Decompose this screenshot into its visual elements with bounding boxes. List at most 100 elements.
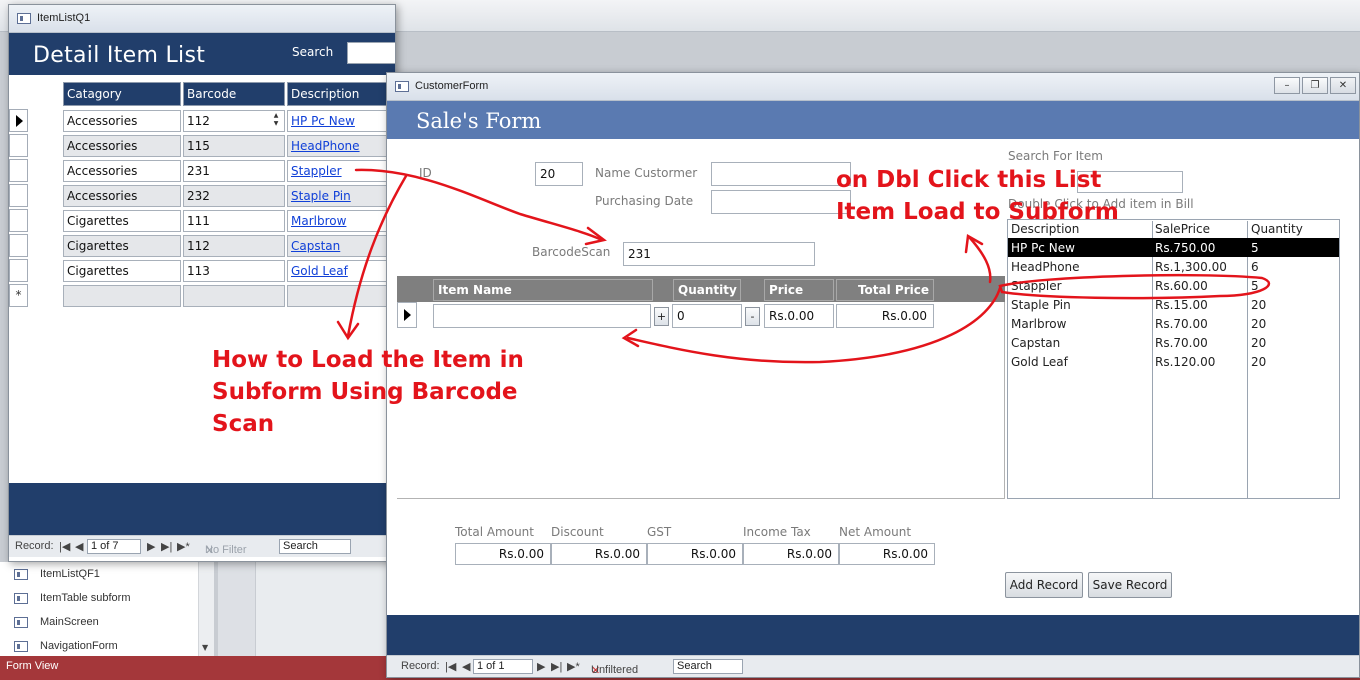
- list-item-price[interactable]: Rs.1,300.00: [1155, 258, 1227, 277]
- income-tax-field[interactable]: Rs.0.00: [743, 543, 839, 565]
- list-item-quantity[interactable]: 5: [1251, 239, 1259, 258]
- list-item-price[interactable]: Rs.70.00: [1155, 334, 1208, 353]
- decrease-quantity-button[interactable]: -: [745, 307, 760, 326]
- barcode-cell[interactable]: 232: [183, 185, 285, 207]
- id-field[interactable]: 20: [535, 162, 583, 186]
- record-selector[interactable]: [9, 234, 28, 257]
- list-item-description[interactable]: HP Pc New: [1011, 239, 1075, 258]
- category-cell[interactable]: Accessories: [63, 185, 181, 207]
- list-item-description[interactable]: HeadPhone: [1011, 258, 1080, 277]
- minimize-button[interactable]: –: [1274, 77, 1300, 94]
- previous-record-icon[interactable]: ◀: [75, 540, 83, 553]
- net-amount-field[interactable]: Rs.0.00: [839, 543, 935, 565]
- nav-item-itemtable-subform[interactable]: ItemTable subform: [14, 588, 130, 608]
- column-header-barcode[interactable]: Barcode: [183, 82, 285, 106]
- new-category-cell[interactable]: [63, 285, 181, 307]
- total-amount-field[interactable]: Rs.0.00: [455, 543, 551, 565]
- nav-item-itemlistqf1[interactable]: ItemListQF1: [14, 564, 100, 584]
- description-link[interactable]: Marlbrow: [287, 210, 395, 232]
- column-header-price[interactable]: Price: [764, 279, 834, 301]
- barcode-cell[interactable]: 115: [183, 135, 285, 157]
- description-link[interactable]: Capstan: [287, 235, 395, 257]
- next-record-icon[interactable]: ▶: [537, 660, 545, 673]
- barcode-cell[interactable]: 111: [183, 210, 285, 232]
- category-cell[interactable]: Cigarettes: [63, 235, 181, 257]
- new-record-icon[interactable]: ▶*: [177, 540, 190, 553]
- list-item-price[interactable]: Rs.15.00: [1155, 296, 1208, 315]
- chevron-down-icon[interactable]: ▼: [202, 643, 208, 652]
- list-item-price[interactable]: Rs.750.00: [1155, 239, 1215, 258]
- quantity-field[interactable]: 0: [672, 304, 742, 328]
- record-position-input[interactable]: 1 of 1: [473, 659, 533, 674]
- last-record-icon[interactable]: ▶|: [161, 540, 172, 553]
- window-titlebar[interactable]: CustomerForm – ❐ ✕: [387, 73, 1359, 101]
- column-header-quantity[interactable]: Quantity: [673, 279, 741, 301]
- category-cell[interactable]: Cigarettes: [63, 260, 181, 282]
- list-item-price[interactable]: Rs.60.00: [1155, 277, 1208, 296]
- nav-item-mainscreen[interactable]: MainScreen: [14, 612, 99, 632]
- discount-field[interactable]: Rs.0.00: [551, 543, 647, 565]
- list-item-price[interactable]: Rs.70.00: [1155, 315, 1208, 334]
- list-item-quantity[interactable]: 5: [1251, 277, 1259, 296]
- search-input[interactable]: [347, 42, 395, 64]
- new-description-cell[interactable]: [287, 285, 395, 307]
- description-link[interactable]: Stappler: [287, 160, 395, 182]
- list-item-description[interactable]: Gold Leaf: [1011, 353, 1068, 372]
- record-selector[interactable]: [9, 184, 28, 207]
- list-item-price[interactable]: Rs.120.00: [1155, 353, 1215, 372]
- record-selector[interactable]: [9, 209, 28, 232]
- total-price-field[interactable]: Rs.0.00: [836, 304, 934, 328]
- list-item-quantity[interactable]: 20: [1251, 315, 1266, 334]
- description-link[interactable]: Gold Leaf: [287, 260, 395, 282]
- list-item-description[interactable]: Staple Pin: [1011, 296, 1071, 315]
- new-barcode-cell[interactable]: [183, 285, 285, 307]
- record-selector[interactable]: [9, 159, 28, 182]
- nav-item-navigationform[interactable]: NavigationForm: [14, 636, 118, 656]
- category-cell[interactable]: Accessories: [63, 135, 181, 157]
- list-item-description[interactable]: Stappler: [1011, 277, 1062, 296]
- list-item-quantity[interactable]: 6: [1251, 258, 1259, 277]
- new-record-icon[interactable]: ▶*: [567, 660, 580, 673]
- restore-button[interactable]: ❐: [1302, 77, 1328, 94]
- list-item-description[interactable]: Marlbrow: [1011, 315, 1066, 334]
- spinner-icon[interactable]: ▲ ▼: [271, 112, 281, 130]
- record-selector[interactable]: [9, 259, 28, 282]
- first-record-icon[interactable]: |◀: [59, 540, 70, 553]
- increase-quantity-button[interactable]: +: [654, 307, 669, 326]
- price-field[interactable]: Rs.0.00: [764, 304, 834, 328]
- item-name-field[interactable]: [433, 304, 651, 328]
- column-header-total-price[interactable]: Total Price: [836, 279, 934, 301]
- column-header-item-name[interactable]: Item Name: [433, 279, 653, 301]
- add-record-button[interactable]: Add Record: [1005, 572, 1083, 598]
- column-header-category[interactable]: Catagory: [63, 82, 181, 106]
- save-record-button[interactable]: Save Record: [1088, 572, 1172, 598]
- gst-field[interactable]: Rs.0.00: [647, 543, 743, 565]
- last-record-icon[interactable]: ▶|: [551, 660, 562, 673]
- window-titlebar[interactable]: ItemListQ1: [9, 5, 395, 33]
- barcode-scan-field[interactable]: 231: [623, 242, 815, 266]
- barcode-cell[interactable]: 113: [183, 260, 285, 282]
- category-cell[interactable]: Accessories: [63, 110, 181, 132]
- previous-record-icon[interactable]: ◀: [462, 660, 470, 673]
- barcode-cell[interactable]: 231: [183, 160, 285, 182]
- record-position-input[interactable]: 1 of 7: [87, 539, 141, 554]
- list-item-quantity[interactable]: 20: [1251, 353, 1266, 372]
- close-button[interactable]: ✕: [1330, 77, 1356, 94]
- list-item-description[interactable]: Capstan: [1011, 334, 1060, 353]
- first-record-icon[interactable]: |◀: [445, 660, 456, 673]
- next-record-icon[interactable]: ▶: [147, 540, 155, 553]
- new-record-marker[interactable]: *: [9, 284, 28, 307]
- list-item-quantity[interactable]: 20: [1251, 296, 1266, 315]
- nav-scrollbar[interactable]: ▼: [198, 562, 214, 656]
- record-selector[interactable]: [9, 134, 28, 157]
- record-selector[interactable]: [397, 302, 417, 328]
- column-header-description[interactable]: Description: [287, 82, 395, 106]
- purchasing-date-field[interactable]: [711, 190, 851, 214]
- barcode-cell[interactable]: 112: [183, 110, 285, 132]
- description-link[interactable]: HeadPhone: [287, 135, 395, 157]
- list-item-quantity[interactable]: 20: [1251, 334, 1266, 353]
- description-link[interactable]: Staple Pin: [287, 185, 395, 207]
- record-selector[interactable]: [9, 109, 28, 132]
- barcode-cell[interactable]: 112: [183, 235, 285, 257]
- category-cell[interactable]: Accessories: [63, 160, 181, 182]
